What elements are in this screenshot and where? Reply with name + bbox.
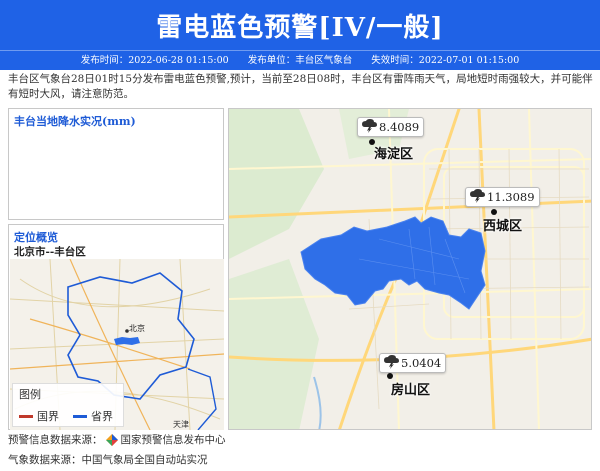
issue-time: 发布时间：2022-06-28 01:15:00 — [80, 55, 229, 66]
warning-map-panel[interactable]: 8.4089 海淀区 11.3089 西城区 5.0404 房山区 — [228, 108, 592, 430]
district-label-xicheng: 西城区 — [483, 219, 523, 234]
rain-panel: 丰台当地降水实况(mm) — [8, 108, 224, 220]
thunderstorm-icon — [362, 119, 377, 133]
district-label-haidian: 海淀区 — [374, 147, 414, 162]
station-callout-fangshan[interactable]: 5.0404 — [379, 353, 447, 373]
warning-source: 预警信息数据来源： 国家预警信息发布中心 — [8, 432, 226, 447]
issuer: 发布单位：丰台区气象台 — [247, 55, 353, 66]
warning-title: 雷电蓝色预警[IV/一般] — [156, 13, 444, 43]
station-callout-haidian[interactable]: 8.4089 — [357, 117, 425, 137]
warning-source-org[interactable]: 国家预警信息发布中心 — [121, 432, 226, 447]
map-legend: 图例 国界 省界 — [12, 383, 124, 427]
meta-bar: 发布时间：2022-06-28 01:15:00 发布单位：丰台区气象台 失效时… — [0, 50, 600, 70]
province-border-swatch — [73, 414, 87, 418]
national-border-swatch — [19, 414, 33, 418]
expire-time: 失效时间：2022-07-01 01:15:00 — [371, 55, 520, 66]
warning-description: 丰台区气象台28日01时15分发布雷电蓝色预警,预计，当前至28日08时，丰台区… — [8, 73, 593, 100]
station-callout-xicheng[interactable]: 11.3089 — [465, 187, 540, 207]
legend-title: 图例 — [19, 388, 41, 401]
tianjin-label: 天津 — [173, 419, 189, 429]
thunderstorm-icon — [470, 189, 485, 203]
location-panel-title: 定位概览 — [14, 231, 58, 244]
station-value-xicheng: 11.3089 — [487, 190, 535, 204]
weather-source: 气象数据来源：中国气象局全国自动站实况 — [8, 454, 208, 466]
header-banner: 雷电蓝色预警[IV/一般] — [0, 0, 600, 50]
district-label-fangshan: 房山区 — [391, 383, 431, 398]
legend-item-national-border: 国界 — [19, 408, 59, 424]
station-value-fangshan: 5.0404 — [401, 356, 442, 370]
beijing-label: 北京 — [129, 323, 145, 333]
warning-center-logo-icon — [105, 433, 118, 446]
fengtai-area — [114, 337, 140, 345]
rain-panel-title: 丰台当地降水实况(mm) — [14, 115, 136, 128]
thunderstorm-icon — [384, 355, 399, 369]
legend-item-province-border: 省界 — [73, 408, 113, 424]
location-place: 北京市--丰台区 — [14, 246, 86, 258]
station-value-haidian: 8.4089 — [379, 120, 420, 134]
